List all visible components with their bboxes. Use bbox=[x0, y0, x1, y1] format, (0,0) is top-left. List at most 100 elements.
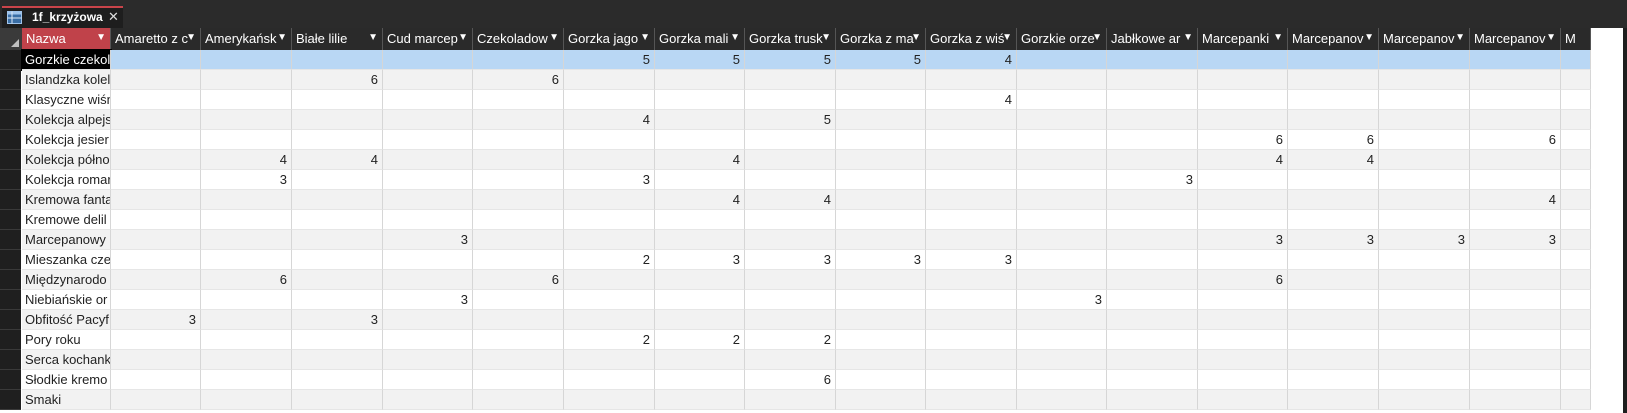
column-header[interactable]: Białe lilie ▼ bbox=[292, 28, 383, 50]
value-cell[interactable] bbox=[383, 110, 473, 130]
column-header[interactable]: Cud marcep ▼ bbox=[383, 28, 473, 50]
value-cell[interactable] bbox=[1470, 70, 1561, 90]
value-cell[interactable] bbox=[564, 270, 655, 290]
value-cell[interactable] bbox=[1107, 230, 1198, 250]
value-cell[interactable]: 3 bbox=[1017, 290, 1107, 310]
value-cell[interactable] bbox=[836, 370, 926, 390]
name-cell[interactable]: Kolekcja romar bbox=[22, 170, 111, 190]
value-cell[interactable] bbox=[564, 190, 655, 210]
name-cell[interactable]: Kremowe delil bbox=[22, 210, 111, 230]
value-cell[interactable] bbox=[1017, 390, 1107, 410]
value-cell[interactable] bbox=[1470, 110, 1561, 130]
value-cell[interactable] bbox=[1379, 210, 1470, 230]
value-cell[interactable] bbox=[1379, 250, 1470, 270]
value-cell[interactable] bbox=[1379, 50, 1470, 70]
value-cell[interactable] bbox=[383, 310, 473, 330]
value-cell[interactable] bbox=[1288, 250, 1379, 270]
value-cell[interactable] bbox=[383, 350, 473, 370]
value-cell[interactable] bbox=[1561, 210, 1591, 230]
value-cell[interactable] bbox=[926, 230, 1017, 250]
value-cell[interactable] bbox=[655, 350, 745, 370]
value-cell[interactable]: 4 bbox=[292, 150, 383, 170]
value-cell[interactable]: 5 bbox=[836, 50, 926, 70]
value-cell[interactable]: 3 bbox=[1470, 230, 1561, 250]
value-cell[interactable] bbox=[1379, 170, 1470, 190]
value-cell[interactable] bbox=[1107, 270, 1198, 290]
name-cell[interactable]: Kolekcja alpejs bbox=[22, 110, 111, 130]
value-cell[interactable] bbox=[383, 130, 473, 150]
name-cell[interactable]: Mieszanka cze bbox=[22, 250, 111, 270]
value-cell[interactable] bbox=[1107, 70, 1198, 90]
value-cell[interactable] bbox=[1198, 310, 1288, 330]
value-cell[interactable] bbox=[1288, 170, 1379, 190]
row-selector[interactable] bbox=[0, 210, 21, 230]
value-cell[interactable] bbox=[1107, 90, 1198, 110]
column-header[interactable]: Gorzka mali ▼ bbox=[655, 28, 745, 50]
value-cell[interactable]: 3 bbox=[1107, 170, 1198, 190]
value-cell[interactable] bbox=[1561, 130, 1591, 150]
value-cell[interactable] bbox=[1561, 150, 1591, 170]
value-cell[interactable] bbox=[1017, 50, 1107, 70]
value-cell[interactable] bbox=[655, 130, 745, 150]
filter-dropdown-icon[interactable]: ▼ bbox=[368, 32, 378, 43]
name-cell[interactable]: Obfitość Pacyf bbox=[22, 310, 111, 330]
value-cell[interactable] bbox=[1561, 50, 1591, 70]
name-cell[interactable]: Kolekcja półno bbox=[22, 150, 111, 170]
value-cell[interactable] bbox=[292, 270, 383, 290]
column-header[interactable]: Gorzka z ma ▼ bbox=[836, 28, 926, 50]
value-cell[interactable] bbox=[564, 370, 655, 390]
value-cell[interactable] bbox=[1198, 390, 1288, 410]
value-cell[interactable] bbox=[1017, 310, 1107, 330]
value-cell[interactable]: 5 bbox=[745, 50, 836, 70]
name-cell[interactable]: Smaki bbox=[22, 390, 111, 410]
value-cell[interactable] bbox=[111, 270, 201, 290]
value-cell[interactable] bbox=[201, 290, 292, 310]
value-cell[interactable] bbox=[292, 230, 383, 250]
value-cell[interactable] bbox=[473, 250, 564, 270]
value-cell[interactable] bbox=[1470, 170, 1561, 190]
value-cell[interactable] bbox=[1470, 390, 1561, 410]
filter-dropdown-icon[interactable]: ▼ bbox=[458, 32, 468, 43]
value-cell[interactable] bbox=[201, 70, 292, 90]
value-cell[interactable] bbox=[1288, 370, 1379, 390]
filter-dropdown-icon[interactable]: ▼ bbox=[1002, 32, 1012, 43]
row-selector[interactable] bbox=[0, 170, 21, 190]
value-cell[interactable] bbox=[836, 310, 926, 330]
value-cell[interactable] bbox=[201, 370, 292, 390]
value-cell[interactable] bbox=[926, 150, 1017, 170]
value-cell[interactable] bbox=[292, 330, 383, 350]
filter-dropdown-icon[interactable]: ▼ bbox=[911, 32, 921, 43]
value-cell[interactable]: 6 bbox=[1288, 130, 1379, 150]
value-cell[interactable] bbox=[111, 190, 201, 210]
column-header[interactable]: Czekoladow ▼ bbox=[473, 28, 564, 50]
filter-dropdown-icon[interactable]: ▼ bbox=[1364, 32, 1374, 43]
value-cell[interactable] bbox=[836, 210, 926, 230]
value-cell[interactable] bbox=[201, 130, 292, 150]
value-cell[interactable] bbox=[564, 90, 655, 110]
value-cell[interactable]: 4 bbox=[1470, 190, 1561, 210]
value-cell[interactable] bbox=[201, 350, 292, 370]
value-cell[interactable]: 6 bbox=[292, 70, 383, 90]
value-cell[interactable] bbox=[383, 370, 473, 390]
value-cell[interactable] bbox=[1379, 130, 1470, 150]
column-header[interactable]: Jabłkowe ar ▼ bbox=[1107, 28, 1198, 50]
value-cell[interactable] bbox=[201, 90, 292, 110]
value-cell[interactable] bbox=[201, 110, 292, 130]
value-cell[interactable]: 4 bbox=[655, 190, 745, 210]
value-cell[interactable]: 3 bbox=[201, 170, 292, 190]
value-cell[interactable] bbox=[111, 170, 201, 190]
value-cell[interactable] bbox=[655, 370, 745, 390]
value-cell[interactable] bbox=[745, 210, 836, 230]
row-selector[interactable] bbox=[0, 270, 21, 290]
row-selector[interactable] bbox=[0, 110, 21, 130]
value-cell[interactable] bbox=[836, 230, 926, 250]
value-cell[interactable]: 6 bbox=[1198, 130, 1288, 150]
row-selector[interactable] bbox=[0, 50, 21, 70]
value-cell[interactable] bbox=[926, 270, 1017, 290]
value-cell[interactable] bbox=[1288, 70, 1379, 90]
filter-dropdown-icon[interactable]: ▼ bbox=[549, 32, 559, 43]
value-cell[interactable] bbox=[383, 250, 473, 270]
value-cell[interactable] bbox=[473, 170, 564, 190]
value-cell[interactable] bbox=[655, 270, 745, 290]
value-cell[interactable] bbox=[1198, 250, 1288, 270]
